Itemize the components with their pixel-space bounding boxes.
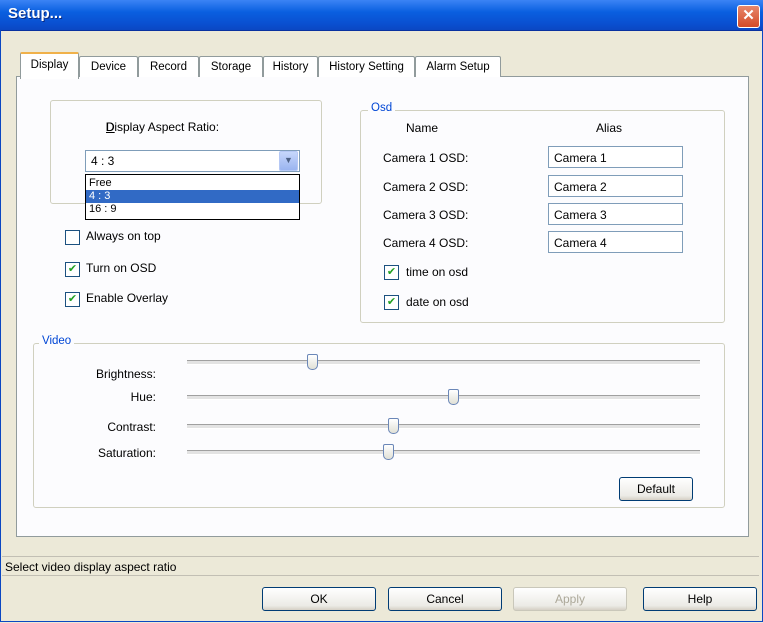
aspect-ratio-dropdown: Free 4 : 3 16 : 9 [85, 174, 300, 220]
checkmark-icon: ✔ [67, 293, 78, 305]
close-button[interactable]: ✕ [737, 5, 760, 28]
tab-display[interactable]: Display [20, 52, 79, 79]
apply-button[interactable]: Apply [513, 587, 627, 611]
camera-2-osd-label: Camera 2 OSD: [383, 180, 469, 194]
cancel-button[interactable]: Cancel [388, 587, 502, 611]
hue-slider-thumb[interactable] [448, 389, 459, 405]
checkmark-icon: ✔ [386, 266, 397, 278]
chevron-down-icon[interactable]: ▼ [279, 151, 298, 171]
tab-history-setting[interactable]: History Setting [318, 56, 415, 77]
contrast-slider-thumb[interactable] [388, 418, 399, 434]
date-on-osd-label: date on osd [406, 295, 469, 309]
hue-slider-track[interactable] [187, 389, 700, 405]
window-title: Setup... [8, 5, 63, 22]
default-button[interactable]: Default [619, 477, 693, 501]
time-on-osd-checkbox[interactable]: ✔ [384, 265, 399, 280]
tab-history[interactable]: History [263, 56, 318, 77]
turn-on-osd-checkbox[interactable]: ✔ [65, 262, 80, 277]
checkmark-icon: ✔ [67, 263, 78, 275]
close-icon: ✕ [742, 7, 755, 24]
tab-storage[interactable]: Storage [199, 56, 263, 77]
camera-4-alias-input[interactable]: Camera 4 [548, 231, 683, 253]
saturation-slider-track[interactable] [187, 444, 700, 460]
help-button[interactable]: Help [643, 587, 757, 611]
checkmark-icon: ✔ [386, 296, 397, 308]
camera-3-alias-input[interactable]: Camera 3 [548, 203, 683, 225]
aspect-option-4-3[interactable]: 4 : 3 [86, 190, 299, 203]
camera-2-alias-input[interactable]: Camera 2 [548, 175, 683, 197]
camera-1-alias-input[interactable]: Camera 1 [548, 146, 683, 168]
camera-3-osd-label: Camera 3 OSD: [383, 208, 469, 222]
aspect-ratio-label: DDisplay Aspect Ratio: [105, 120, 220, 134]
brightness-slider-track[interactable] [187, 354, 700, 370]
video-legend: Video [39, 335, 75, 347]
enable-overlay-label: Enable Overlay [86, 291, 169, 305]
aspect-ratio-label-text: Display Aspect Ratio: [105, 120, 220, 134]
time-on-osd-label: time on osd [406, 265, 469, 279]
always-on-top-label: Always on top [86, 229, 161, 243]
contrast-label: Contrast: [107, 420, 156, 434]
always-on-top-checkbox[interactable] [65, 230, 80, 245]
status-bar: Select video display aspect ratio [2, 556, 759, 576]
aspect-option-16-9[interactable]: 16 : 9 [86, 203, 299, 216]
title-bar: Setup... ✕ [0, 0, 763, 31]
aspect-option-free[interactable]: Free [86, 177, 299, 190]
brightness-label: Brightness: [95, 367, 156, 381]
camera-4-osd-label: Camera 4 OSD: [383, 236, 469, 250]
osd-legend: Osd [368, 102, 396, 114]
enable-overlay-checkbox[interactable]: ✔ [65, 292, 80, 307]
osd-col-name: Name [406, 121, 439, 135]
tab-record[interactable]: Record [138, 56, 199, 77]
date-on-osd-checkbox[interactable]: ✔ [384, 295, 399, 310]
camera-1-osd-label: Camera 1 OSD: [383, 151, 469, 165]
saturation-label: Saturation: [97, 446, 156, 460]
turn-on-osd-label: Turn on OSD [86, 261, 157, 275]
contrast-slider-track[interactable] [187, 418, 700, 434]
hue-label: Hue: [130, 390, 156, 404]
saturation-slider-thumb[interactable] [383, 444, 394, 460]
aspect-ratio-select[interactable]: 4 : 3 ▼ [85, 150, 300, 172]
tab-device[interactable]: Device [79, 56, 138, 77]
aspect-ratio-selected: 4 : 3 [91, 154, 115, 168]
ok-button[interactable]: OK [262, 587, 376, 611]
brightness-slider-thumb[interactable] [307, 354, 318, 370]
tab-alarm-setup[interactable]: Alarm Setup [415, 56, 501, 77]
osd-col-alias: Alias [596, 121, 623, 135]
